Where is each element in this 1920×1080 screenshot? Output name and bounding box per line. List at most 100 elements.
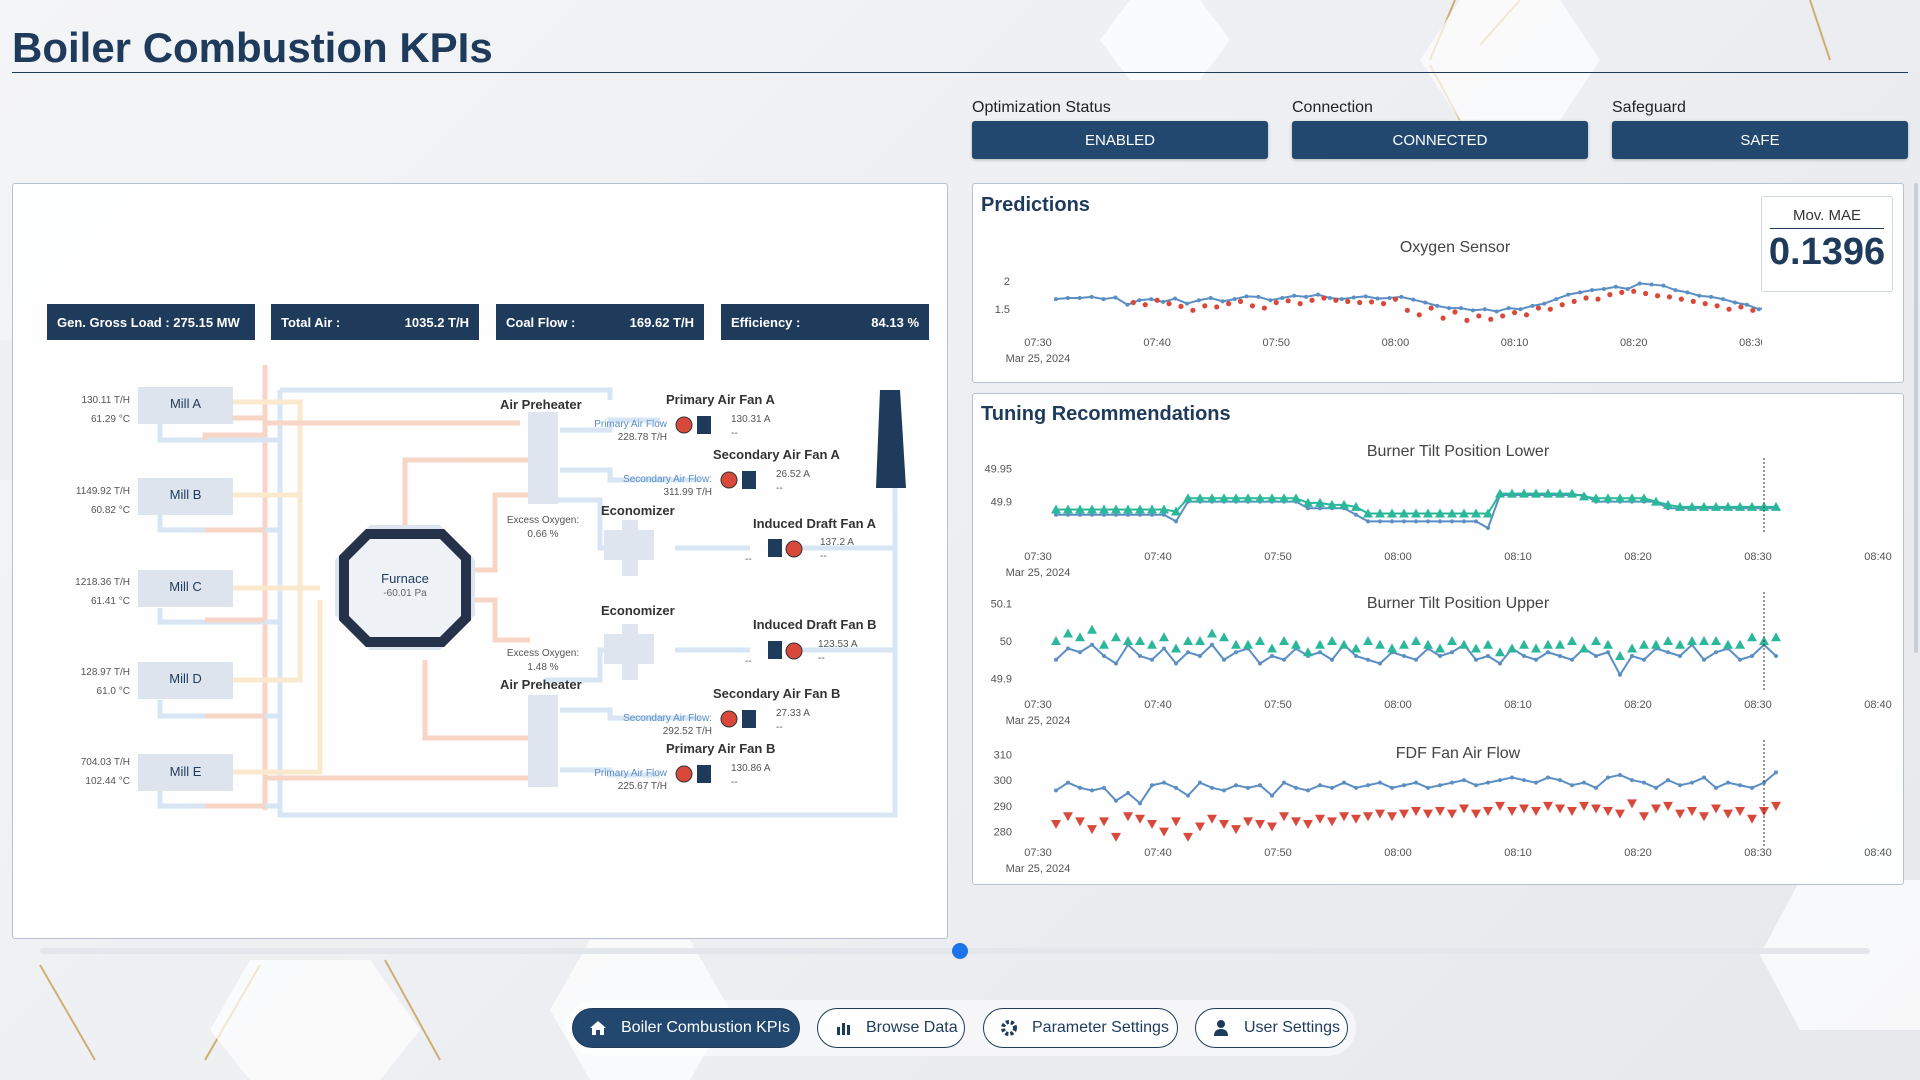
data-point bbox=[1411, 807, 1421, 817]
x-tick-label: 07:40 bbox=[1144, 699, 1172, 711]
data-point bbox=[1135, 814, 1145, 824]
induced-draft-fan-b-current: 123.53 A -- bbox=[818, 638, 857, 666]
data-point bbox=[1183, 832, 1193, 842]
data-point bbox=[1738, 657, 1742, 662]
gear-icon bbox=[998, 1017, 1020, 1039]
data-point bbox=[1363, 294, 1368, 299]
chart-title: FDF Fan Air Flow bbox=[1396, 745, 1521, 762]
data-point bbox=[1065, 296, 1070, 300]
data-point bbox=[1399, 809, 1409, 819]
data-point bbox=[1531, 807, 1541, 817]
data-point bbox=[1627, 643, 1637, 653]
primary-air-fan-a-flow: Primary Air Flow 228.78 T/H bbox=[585, 418, 667, 444]
data-point bbox=[1654, 785, 1658, 790]
data-point bbox=[1099, 639, 1109, 649]
data-point bbox=[1666, 778, 1670, 783]
data-point bbox=[1459, 804, 1469, 814]
data-point bbox=[1594, 785, 1598, 790]
data-point bbox=[1531, 643, 1541, 653]
data-point bbox=[1220, 299, 1225, 304]
data-point bbox=[1303, 819, 1313, 829]
data-point bbox=[1678, 783, 1682, 788]
data-point bbox=[1675, 639, 1685, 649]
nav-user-settings[interactable]: User Settings bbox=[1195, 1008, 1348, 1048]
x-tick-label: 08:30 bbox=[1744, 699, 1772, 711]
data-point bbox=[1190, 307, 1196, 313]
nav-browse-data[interactable]: Browse Data bbox=[817, 1008, 965, 1048]
data-point bbox=[1339, 639, 1349, 649]
safeguard-status-button[interactable]: SAFE bbox=[1612, 121, 1908, 159]
data-point bbox=[1342, 780, 1346, 785]
secondary-air-fan-b-current: 27.33 A -- bbox=[776, 707, 810, 735]
data-point bbox=[1578, 290, 1583, 295]
home-icon bbox=[587, 1017, 609, 1039]
layout-slider-handle[interactable] bbox=[952, 943, 968, 959]
connection-status-button[interactable]: CONNECTED bbox=[1292, 121, 1588, 159]
data-point bbox=[1450, 519, 1454, 524]
data-point bbox=[1234, 650, 1238, 655]
data-point bbox=[1601, 287, 1606, 292]
data-point bbox=[1474, 657, 1478, 662]
mill-c-temp: 61.41 °C bbox=[90, 596, 130, 607]
data-point bbox=[1685, 290, 1690, 295]
air-preheater-bottom bbox=[528, 695, 558, 787]
data-point bbox=[1089, 294, 1094, 299]
x-tick-label: 08:10 bbox=[1504, 847, 1532, 859]
data-point bbox=[1511, 309, 1518, 316]
data-point bbox=[1366, 657, 1370, 662]
data-point bbox=[1380, 301, 1387, 307]
data-point bbox=[1219, 819, 1229, 829]
safeguard-label: Safeguard bbox=[1612, 99, 1686, 116]
data-point bbox=[1111, 832, 1121, 842]
data-point bbox=[1149, 297, 1154, 302]
kpi-total-air-value: 1035.2 T/H bbox=[404, 314, 469, 330]
x-tick-label: 07:40 bbox=[1143, 337, 1171, 349]
data-point bbox=[1498, 778, 1502, 783]
data-point bbox=[1292, 293, 1297, 298]
primary-air-fan-a-icon bbox=[675, 416, 711, 434]
data-point bbox=[1159, 632, 1169, 642]
data-point bbox=[1113, 295, 1118, 300]
connection-label: Connection bbox=[1292, 99, 1373, 116]
data-point bbox=[1416, 312, 1422, 318]
nav-boiler-combustion-kpis[interactable]: Boiler Combustion KPIs bbox=[572, 1008, 800, 1048]
data-point bbox=[1554, 297, 1559, 302]
page-title: Boiler Combustion KPIs bbox=[12, 24, 493, 71]
kpi-coal-flow-value: 169.62 T/H bbox=[629, 314, 694, 330]
y-tick-label: 1.5 bbox=[995, 304, 1010, 316]
data-point bbox=[1423, 639, 1433, 649]
data-point bbox=[1285, 298, 1291, 304]
optimization-status-button[interactable]: ENABLED bbox=[972, 121, 1268, 159]
secondary-air-fan-b-flow-value: 292.52 T/H bbox=[662, 726, 712, 737]
mill-a-temp: 61.29 °C bbox=[90, 414, 130, 425]
scrollbar[interactable] bbox=[1914, 183, 1918, 653]
data-point bbox=[1726, 306, 1732, 312]
data-point bbox=[1555, 639, 1565, 649]
nav-parameter-settings[interactable]: Parameter Settings bbox=[983, 1008, 1178, 1048]
x-tick-label: 07:50 bbox=[1264, 551, 1292, 563]
data-point bbox=[1582, 780, 1586, 785]
data-point bbox=[1495, 647, 1505, 657]
data-point bbox=[1702, 657, 1706, 662]
data-point bbox=[1273, 299, 1279, 306]
data-point bbox=[1675, 809, 1685, 819]
data-point bbox=[1195, 636, 1205, 645]
data-point bbox=[1543, 801, 1553, 811]
fdf-fan-air-flow-chart: FDF Fan Air Flow 310 300 290 280 07:30 07:40 07… bbox=[994, 740, 1892, 874]
data-point bbox=[1595, 296, 1601, 302]
mill-c-flow: 1218.36 T/H bbox=[75, 577, 130, 588]
data-point bbox=[1534, 657, 1538, 662]
excess-oxygen-bottom: Excess Oxygen: 1.48 % bbox=[503, 647, 583, 675]
x-tick-label: 07:50 bbox=[1263, 337, 1291, 349]
kpi-gen-gross-load-label: Gen. Gross Load : 275.15 MW bbox=[57, 314, 240, 330]
mill-e-readings: 704.03 T/H 102.44 °C bbox=[55, 753, 130, 791]
primary-air-fan-b-flow-value: 225.67 T/H bbox=[617, 781, 667, 792]
economizer-top-label: Economizer bbox=[601, 503, 675, 518]
data-point bbox=[1051, 636, 1061, 645]
data-point bbox=[1414, 657, 1418, 662]
data-point bbox=[1714, 303, 1720, 309]
data-point bbox=[1114, 661, 1118, 666]
air-preheater-top-label: Air Preheater bbox=[500, 397, 582, 412]
predictions-title: Predictions bbox=[981, 194, 1090, 216]
data-point bbox=[1699, 636, 1709, 645]
